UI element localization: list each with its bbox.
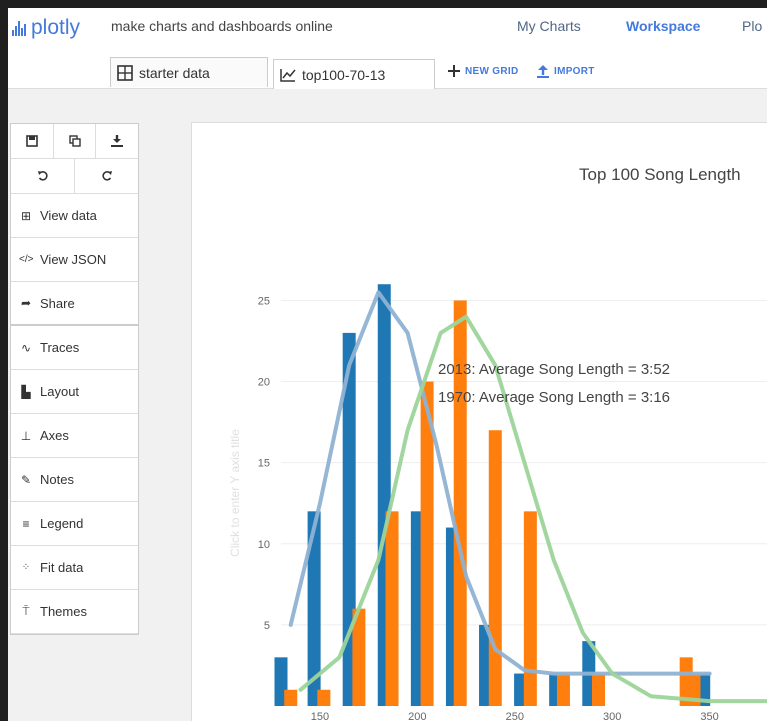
x-tick-label: 300 (603, 711, 621, 721)
app-window: plotly make charts and dashboards online… (8, 8, 767, 721)
traces-icon: ∿ (20, 340, 32, 355)
axes-icon: ⊥ (20, 428, 32, 443)
themes-icon: ⍑ (22, 604, 30, 618)
top-bar: plotly make charts and dashboards online… (8, 8, 767, 48)
sidebar-item-view-json[interactable]: </> View JSON (11, 238, 138, 282)
y-tick-label: 10 (258, 539, 270, 551)
bar (385, 511, 399, 706)
import-button[interactable]: IMPORT (537, 65, 595, 78)
undo-icon (37, 171, 48, 181)
sidebar-item-themes[interactable]: ⍑ Themes (11, 590, 138, 634)
sidebar-item-label: View JSON (40, 252, 107, 267)
tagline: make charts and dashboards online (111, 18, 333, 34)
y-tick-label: 5 (264, 620, 270, 632)
x-tick-label: 250 (506, 711, 524, 721)
y-axis-title-placeholder[interactable]: Click to enter Y axis title (228, 429, 242, 557)
x-tick-label: 200 (408, 711, 426, 721)
legend-icon: ≡ (22, 516, 30, 531)
sidebar-item-label: View data (40, 208, 97, 223)
x-tick-label: 150 (311, 711, 329, 721)
y-tick-label: 15 (258, 458, 270, 470)
layout-icon: ▙ (21, 384, 31, 399)
save-button[interactable] (11, 124, 54, 158)
new-grid-label: NEW GRID (465, 65, 519, 77)
tab-label: top100-70-13 (302, 66, 386, 83)
y-tick-labels: 5 10 15 20 25 (258, 295, 270, 631)
save-icon (26, 135, 38, 147)
plus-icon (448, 65, 460, 77)
sidebar-item-label: Fit data (40, 560, 84, 575)
import-label: IMPORT (554, 66, 595, 77)
sidebar-item-label: Share (40, 295, 75, 311)
nav-workspace[interactable]: Workspace (626, 18, 700, 34)
sidebar-item-view-data[interactable]: ⊞ View data (11, 194, 138, 238)
sidebar-item-label: Legend (40, 516, 84, 531)
notes-icon: ✎ (20, 472, 32, 487)
nav-my-charts[interactable]: My Charts (517, 18, 581, 34)
sidebar-item-traces[interactable]: ∿ Traces (11, 326, 138, 370)
line-chart-icon (280, 68, 296, 82)
sidebar-item-layout[interactable]: ▙ Layout (11, 370, 138, 414)
tab-top100-70-13[interactable]: top100-70-13 (273, 59, 435, 89)
copy-icon (68, 135, 81, 147)
editor-sidebar: ⊞ View data </> View JSON ➦ Share ∿ Trac… (10, 123, 139, 635)
grid-tabs-row: starter data top100-70-13 NEW GRID IMPOR… (8, 48, 767, 89)
sidebar-item-notes[interactable]: ✎ Notes (11, 458, 138, 502)
x-tick-labels: 150 200 250 300 350 (311, 711, 719, 721)
new-grid-button[interactable]: NEW GRID (448, 65, 519, 77)
download-icon (111, 135, 124, 147)
nav-plot-truncated[interactable]: Plo (742, 18, 762, 34)
plot-panel: Top 100 Song Length Click to enter Y axi… (191, 122, 767, 721)
redo-icon (101, 171, 112, 181)
x-tick-label: 350 (700, 711, 718, 721)
sidebar-item-label: Themes (40, 604, 87, 619)
history-row (11, 159, 138, 194)
sidebar-item-legend[interactable]: ≡ Legend (11, 502, 138, 546)
download-button[interactable] (96, 124, 138, 158)
file-actions-row (11, 124, 138, 159)
workspace-area: ⊞ View data </> View JSON ➦ Share ∿ Trac… (8, 89, 767, 721)
chart-title[interactable]: Top 100 Song Length (579, 165, 741, 184)
redo-button[interactable] (75, 159, 138, 193)
sidebar-item-label: Traces (40, 340, 80, 355)
fit-icon: ⁘ (21, 562, 31, 573)
sidebar-item-axes[interactable]: ⊥ Axes (11, 414, 138, 458)
annotation-2013[interactable]: 2013: Average Song Length = 3:52 (438, 361, 670, 378)
grid-icon: ⊞ (20, 208, 32, 223)
copy-button[interactable] (54, 124, 97, 158)
bar (523, 511, 537, 706)
bar (488, 430, 502, 706)
annotation-1970[interactable]: 1970: Average Song Length = 3:16 (438, 389, 670, 406)
tab-label: starter data (139, 64, 210, 81)
upload-icon (537, 65, 549, 78)
bar (317, 689, 331, 706)
plotly-logo-icon (12, 20, 26, 36)
sidebar-item-fit-data[interactable]: ⁘ Fit data (11, 546, 138, 590)
y-tick-label: 25 (258, 295, 270, 307)
sidebar-item-share[interactable]: ➦ Share (11, 282, 138, 326)
sidebar-item-label: Layout (40, 384, 80, 399)
bar (592, 673, 606, 706)
sidebar-item-label: Axes (40, 428, 69, 443)
undo-button[interactable] (11, 159, 75, 193)
tab-starter-data[interactable]: starter data (110, 57, 268, 87)
bar (284, 689, 298, 706)
song-length-chart: Top 100 Song Length Click to enter Y axi… (228, 165, 767, 721)
share-icon: ➦ (20, 296, 32, 310)
grid-icon (117, 64, 133, 81)
brand-name: plotly (31, 16, 81, 39)
bar (556, 673, 570, 706)
y-tick-label: 20 (258, 377, 270, 389)
plotly-logo[interactable]: plotly (12, 16, 80, 40)
sidebar-item-label: Notes (40, 472, 74, 487)
code-icon: </> (19, 254, 34, 265)
